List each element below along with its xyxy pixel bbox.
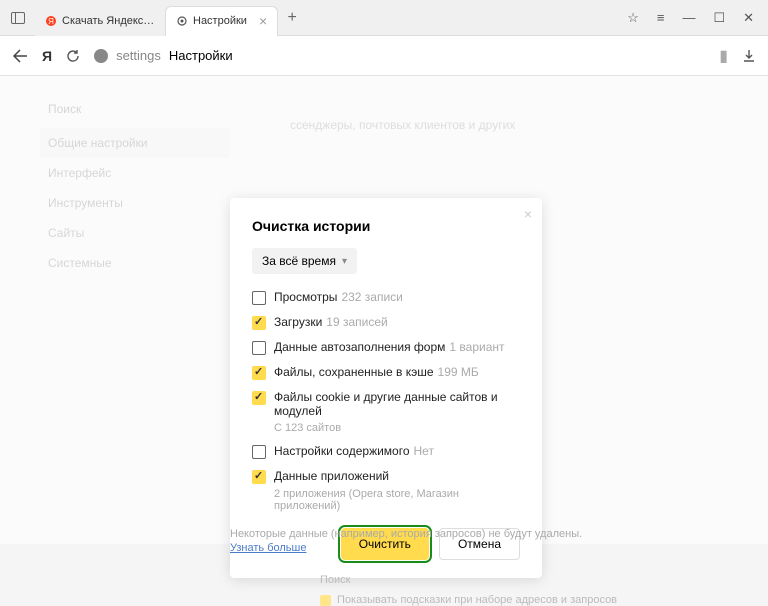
checkbox[interactable] (252, 445, 266, 459)
check-label: Файлы, сохраненные в кэше (274, 365, 434, 379)
check-label: Данные приложений (274, 469, 389, 483)
close-button[interactable]: ✕ (743, 10, 754, 26)
yandex-home[interactable]: Я (42, 48, 52, 64)
check-label: Настройки содержимого (274, 444, 410, 458)
close-icon[interactable]: × (259, 13, 267, 29)
check-subline: 2 приложения (Opera store, Магазин прило… (274, 488, 520, 512)
check-row: Загрузки 19 записей (252, 315, 520, 330)
tab-active[interactable]: Настройки × (165, 6, 278, 36)
check-sub: 19 записей (326, 315, 387, 329)
time-range-dropdown[interactable]: За всё время (252, 248, 357, 274)
tab-inactive[interactable]: Я Скачать Яндекс.Браузер д (35, 6, 165, 36)
check-row: Файлы cookie и другие данные сайтов и мо… (252, 390, 520, 418)
page: Поиск Общие настройки Интерфейс Инструме… (0, 76, 768, 544)
check-sub: 199 МБ (438, 365, 479, 379)
back-button[interactable] (12, 49, 28, 63)
maximize-button[interactable]: ☐ (713, 10, 725, 26)
check-row: Данные приложений (252, 469, 520, 484)
check-label: Данные автозаполнения форм (274, 340, 445, 354)
gear-icon (176, 15, 188, 27)
checkbox[interactable] (252, 470, 266, 484)
dialog-title: Очистка истории (252, 218, 520, 234)
check-row: Файлы, сохраненные в кэше 199 МБ (252, 365, 520, 380)
checkbox-icon (320, 595, 331, 606)
check-row: Данные автозаполнения форм 1 вариант (252, 340, 520, 355)
menu-icon[interactable]: ≡ (657, 10, 665, 26)
checkbox[interactable] (252, 316, 266, 330)
svg-text:Я: Я (48, 17, 54, 26)
address-path: settings (116, 48, 161, 63)
checkbox[interactable] (252, 341, 266, 355)
check-row: Настройки содержимого Нет (252, 444, 520, 459)
navbar: Я settings Настройки ▮ (0, 36, 768, 76)
bookmark-page-icon[interactable]: ▮ (719, 46, 728, 66)
check-label: Файлы cookie и другие данные сайтов и мо… (274, 390, 498, 418)
address-title: Настройки (169, 48, 233, 63)
checkbox[interactable] (252, 391, 266, 405)
bookmark-icon[interactable]: ☆ (627, 10, 639, 26)
new-tab-button[interactable]: + (278, 9, 306, 27)
check-sub: Нет (414, 444, 434, 458)
check-subline: С 123 сайтов (274, 422, 520, 434)
footer-note: Некоторые данные (например, история запр… (230, 528, 582, 554)
clear-history-dialog: × Очистка истории За всё время Просмотры… (230, 198, 542, 578)
tab-label: Настройки (193, 15, 247, 27)
sidebar-toggle[interactable] (0, 12, 35, 24)
checkbox[interactable] (252, 291, 266, 305)
bottom-heading: Поиск (320, 574, 617, 586)
lock-icon (94, 49, 108, 63)
tab-label: Скачать Яндекс.Браузер д (62, 15, 155, 27)
reload-button[interactable] (66, 49, 80, 63)
dialog-close-icon[interactable]: × (524, 206, 532, 222)
yandex-icon: Я (45, 15, 57, 27)
titlebar: Я Скачать Яндекс.Браузер д Настройки × +… (0, 0, 768, 36)
check-label: Загрузки (274, 315, 322, 329)
check-row: Просмотры 232 записи (252, 290, 520, 305)
checkbox[interactable] (252, 366, 266, 380)
bottom-section: Поиск Показывать подсказки при наборе ад… (320, 574, 617, 606)
address-bar[interactable]: settings Настройки (94, 48, 705, 63)
check-sub: 1 вариант (449, 340, 504, 354)
minimize-button[interactable]: — (682, 10, 695, 26)
downloads-icon[interactable] (742, 49, 756, 63)
check-sub: 232 записи (341, 290, 402, 304)
check-label: Просмотры (274, 290, 337, 304)
